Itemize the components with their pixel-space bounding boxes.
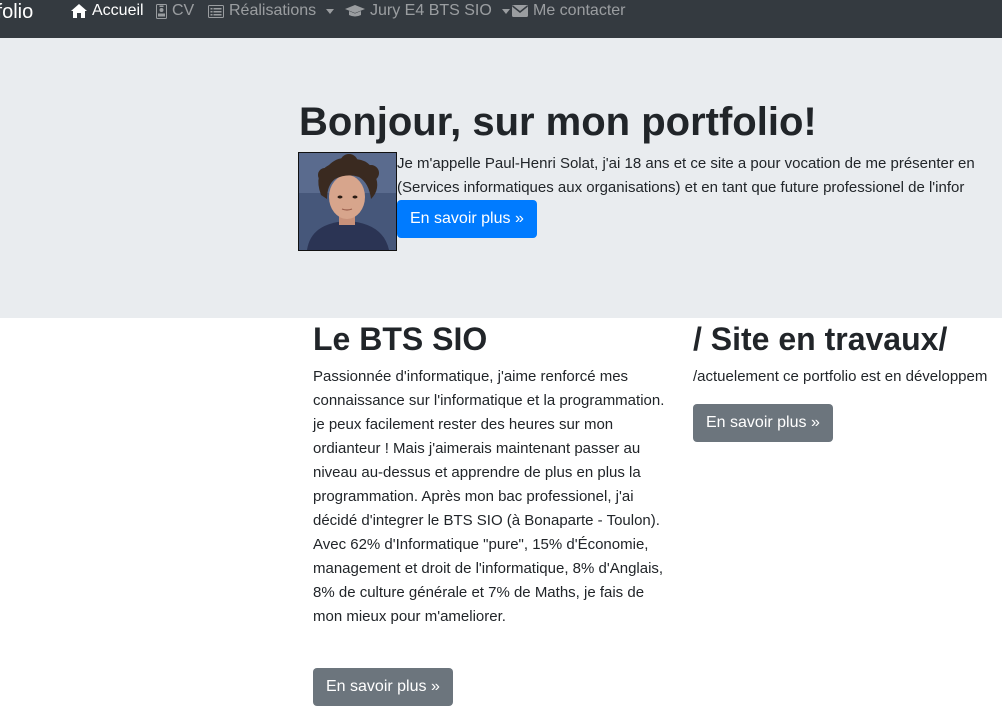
nav-label: Me contacter (533, 2, 626, 19)
list-icon (208, 4, 224, 18)
navbar: tfolio Accueil CV Réalisations Jury E4 B… (0, 0, 1002, 38)
travaux-heading: / Site en travaux/ (693, 321, 948, 357)
bts-heading: Le BTS SIO (313, 321, 488, 357)
intro-more-button[interactable]: En savoir plus » (397, 200, 537, 238)
jumbotron: Bonjour, sur mon portfolio! Je m'appelle… (0, 38, 1002, 318)
graduation-cap-icon (345, 4, 365, 18)
chevron-down-icon (501, 8, 510, 14)
intro-text: Je m'appelle Paul-Henri Solat, j'ai 18 a… (397, 152, 1002, 200)
page-title: Bonjour, sur mon portfolio! (299, 100, 817, 144)
travaux-text: /actuelement ce portfolio est en dévelop… (693, 368, 988, 385)
envelope-icon (512, 5, 528, 17)
chevron-down-icon (326, 8, 335, 14)
nav-label: Réalisations (229, 2, 317, 19)
nav-item-accueil[interactable]: Accueil (71, 0, 144, 22)
nav-label: Jury E4 BTS SIO (370, 2, 492, 19)
bts-text: Passionnée d'informatique, j'aime renfor… (313, 368, 665, 625)
intro-line-2: (Services informatiques aux organisation… (397, 179, 965, 196)
profile-photo (298, 152, 397, 251)
nav-label: Accueil (92, 2, 144, 19)
intro-line-1: Je m'appelle Paul-Henri Solat, j'ai 18 a… (397, 155, 975, 172)
nav-item-cv[interactable]: CV (156, 0, 194, 22)
badge-icon (156, 3, 167, 19)
travaux-more-button[interactable]: En savoir plus » (693, 404, 833, 442)
nav-label: CV (172, 2, 195, 19)
nav-item-jury[interactable]: Jury E4 BTS SIO (345, 0, 510, 22)
nav-item-realisations[interactable]: Réalisations (208, 0, 335, 22)
bts-more-button[interactable]: En savoir plus » (313, 668, 453, 706)
nav-item-contact[interactable]: Me contacter (512, 0, 625, 22)
navbar-brand[interactable]: tfolio (0, 0, 33, 24)
home-icon (71, 4, 87, 18)
